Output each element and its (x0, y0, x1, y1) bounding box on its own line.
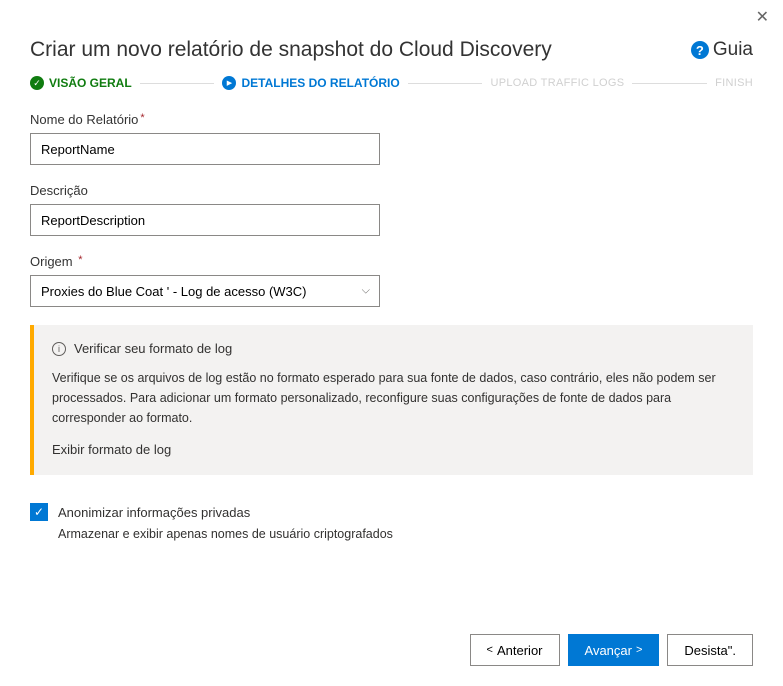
step-overview[interactable]: ✓ VISÃO GERAL (30, 76, 132, 90)
field-report-name: Nome do Relatório* (30, 112, 753, 165)
check-icon: ✓ (30, 76, 44, 90)
close-button[interactable]: ✕ (756, 10, 769, 26)
dialog-footer: < Anterior Avançar > Desista". (470, 634, 753, 666)
view-log-format-link[interactable]: Exibir formato de log (52, 442, 171, 457)
dialog-title: Criar um novo relatório de snapshot do C… (30, 38, 552, 62)
required-star-icon: * (78, 254, 82, 266)
anonymize-label[interactable]: Anonimizar informações privadas (58, 505, 250, 520)
step-separator (140, 83, 215, 84)
step-upload-logs: UPLOAD TRAFFIC LOGS (490, 77, 624, 89)
anonymize-checkbox[interactable]: ✓ (30, 503, 48, 521)
guide-label: Guia (713, 39, 753, 61)
step-report-details[interactable]: ▶ DETALHES DO RELATÓRIO (222, 76, 399, 90)
chevron-left-icon: < (487, 644, 493, 656)
report-name-input[interactable] (30, 133, 380, 165)
info-panel-text: Verifique se os arquivos de log estão no… (52, 368, 735, 428)
current-step-icon: ▶ (222, 76, 236, 90)
next-button[interactable]: Avançar > (568, 634, 660, 666)
dialog-header: Criar um novo relatório de snapshot do C… (30, 38, 753, 62)
description-input[interactable] (30, 204, 380, 236)
guide-link[interactable]: ? Guia (691, 39, 753, 61)
description-label: Descrição (30, 183, 753, 198)
report-name-label: Nome do Relatório* (30, 112, 753, 127)
required-star-icon: * (140, 112, 144, 124)
step-separator (632, 83, 707, 84)
close-icon: ✕ (756, 9, 769, 26)
source-label: Origem * (30, 254, 753, 269)
info-icon: i (52, 342, 66, 356)
anonymize-section: ✓ Anonimizar informações privadas Armaze… (30, 503, 753, 541)
cancel-button[interactable]: Desista". (667, 634, 753, 666)
check-icon: ✓ (34, 505, 44, 519)
verify-log-format-panel: i Verificar seu formato de log Verifique… (30, 325, 753, 475)
chevron-right-icon: > (636, 644, 642, 656)
source-select[interactable] (30, 275, 380, 307)
help-icon: ? (691, 41, 709, 59)
field-description: Descrição (30, 183, 753, 236)
info-panel-title: Verificar seu formato de log (74, 341, 232, 356)
step-separator (408, 83, 483, 84)
wizard-steps: ✓ VISÃO GERAL ▶ DETALHES DO RELATÓRIO UP… (30, 76, 753, 90)
field-source: Origem * ⌵ (30, 254, 753, 307)
step-finish: FINISH (715, 77, 753, 89)
anonymize-sublabel: Armazenar e exibir apenas nomes de usuár… (58, 527, 753, 541)
previous-button[interactable]: < Anterior (470, 634, 560, 666)
